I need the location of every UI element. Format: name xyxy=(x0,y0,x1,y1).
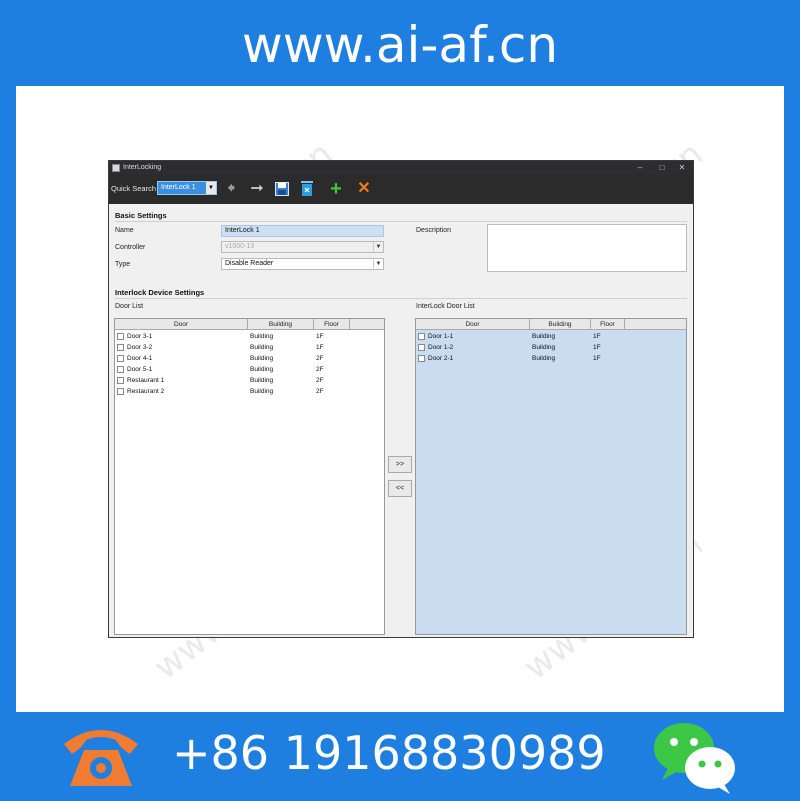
move-left-button[interactable]: << xyxy=(388,480,412,497)
building-cell: Building xyxy=(532,344,556,351)
description-field[interactable] xyxy=(487,224,687,272)
building-cell: Building xyxy=(250,388,274,395)
type-value: Disable Reader xyxy=(225,260,274,267)
table-row[interactable]: Door 2-1 Building 1F xyxy=(416,353,686,364)
site-banner: www.ai-af.cn xyxy=(0,0,800,86)
building-cell: Building xyxy=(532,355,556,362)
floor-cell: 1F xyxy=(593,344,601,351)
save-icon[interactable] xyxy=(272,180,292,198)
floor-cell: 2F xyxy=(316,377,324,384)
row-checkbox[interactable] xyxy=(418,344,425,351)
controller-label: Controller xyxy=(115,244,146,251)
table-row[interactable]: Restaurant 1 Building 2F xyxy=(115,375,384,386)
chevron-down-icon[interactable]: ▼ xyxy=(206,182,216,194)
door-cell: Door 4-1 xyxy=(127,355,153,362)
table-row[interactable]: Door 3-1 Building 1F xyxy=(115,331,384,342)
add-icon[interactable]: + xyxy=(326,179,346,199)
toolbar: Quick Search InterLock 1 ▼ 🠸 ➞ + ✕ xyxy=(109,175,693,204)
door-cell: Door 3-1 xyxy=(127,333,153,340)
column-header-building[interactable]: Building xyxy=(248,319,314,330)
quick-search-select[interactable]: InterLock 1 ▼ xyxy=(157,181,217,195)
interlock-door-list-label: InterLock Door List xyxy=(416,303,475,310)
back-arrow-icon[interactable]: 🠸 xyxy=(221,180,241,198)
column-header-floor[interactable]: Floor xyxy=(314,319,350,330)
row-checkbox[interactable] xyxy=(117,344,124,351)
row-checkbox[interactable] xyxy=(117,355,124,362)
door-cell: Door 3-2 xyxy=(127,344,153,351)
table-row[interactable]: Door 5-1 Building 2F xyxy=(115,364,384,375)
type-label: Type xyxy=(115,261,131,268)
column-header-door[interactable]: Door xyxy=(416,319,530,330)
forward-arrow-icon[interactable]: ➞ xyxy=(247,180,267,198)
table-row[interactable]: Restaurant 2 Building 2F xyxy=(115,386,384,397)
divider xyxy=(115,298,687,299)
row-checkbox[interactable] xyxy=(418,333,425,340)
name-label: Name xyxy=(115,227,134,234)
row-checkbox[interactable] xyxy=(117,388,124,395)
description-label: Description xyxy=(416,227,452,234)
door-cell: Restaurant 1 xyxy=(127,377,165,384)
chevron-down-icon: ▼ xyxy=(373,242,383,252)
interlock-door-list-table[interactable]: Door Building Floor Door 1-1 Building 1F D… xyxy=(415,318,687,635)
basic-settings-title: Basic Settings xyxy=(115,211,167,220)
controller-value: v1000-13 xyxy=(225,243,255,250)
row-checkbox[interactable] xyxy=(418,355,425,362)
minimize-button[interactable]: – xyxy=(631,161,649,175)
close-icon[interactable]: ✕ xyxy=(354,180,374,198)
door-list-label: Door List xyxy=(115,303,144,310)
type-select[interactable]: Disable Reader ▼ xyxy=(221,258,384,270)
table-row[interactable]: Door 4-1 Building 2F xyxy=(115,353,384,364)
row-checkbox[interactable] xyxy=(117,333,124,340)
move-right-button[interactable]: >> xyxy=(388,456,412,473)
app-icon xyxy=(112,164,120,172)
phone-number: +86 19168830989 xyxy=(172,726,606,780)
quick-search-label: Quick Search xyxy=(111,184,157,193)
table-header: Door Building Floor xyxy=(416,319,686,330)
column-header-floor[interactable]: Floor xyxy=(591,319,625,330)
row-checkbox[interactable] xyxy=(117,377,124,384)
interlock-device-settings-title: Interlock Device Settings xyxy=(115,288,205,297)
building-cell: Building xyxy=(532,333,556,340)
floor-cell: 1F xyxy=(316,344,324,351)
column-header-building[interactable]: Building xyxy=(530,319,591,330)
floor-cell: 2F xyxy=(316,366,324,373)
floor-cell: 2F xyxy=(316,388,324,395)
main-content: Basic Settings Name InterLock 1 Controll… xyxy=(109,204,693,637)
delete-icon[interactable] xyxy=(297,180,317,198)
title-bar: InterLocking – □ ✕ xyxy=(109,161,693,175)
door-cell: Door 5-1 xyxy=(127,366,153,373)
table-row[interactable]: Door 1-1 Building 1F xyxy=(416,331,686,342)
wechat-icon xyxy=(650,716,738,796)
window-title: InterLocking xyxy=(123,164,162,171)
building-cell: Building xyxy=(250,355,274,362)
controller-select[interactable]: v1000-13 ▼ xyxy=(221,241,384,253)
close-window-button[interactable]: ✕ xyxy=(673,161,691,175)
column-header-door[interactable]: Door xyxy=(115,319,248,330)
floor-cell: 1F xyxy=(593,333,601,340)
row-checkbox[interactable] xyxy=(117,366,124,373)
door-cell: Door 2-1 xyxy=(428,355,454,362)
phone-icon xyxy=(60,722,142,792)
building-cell: Building xyxy=(250,366,274,373)
table-row[interactable]: Door 3-2 Building 1F xyxy=(115,342,384,353)
quick-search-value: InterLock 1 xyxy=(161,184,196,191)
building-cell: Building xyxy=(250,333,274,340)
chevron-down-icon[interactable]: ▼ xyxy=(373,259,383,269)
door-cell: Restaurant 2 xyxy=(127,388,165,395)
divider xyxy=(115,221,687,222)
name-field[interactable]: InterLock 1 xyxy=(221,225,384,237)
floor-cell: 1F xyxy=(316,333,324,340)
building-cell: Building xyxy=(250,344,274,351)
interlocking-window: InterLocking – □ ✕ Quick Search InterLoc… xyxy=(108,160,694,638)
door-cell: Door 1-1 xyxy=(428,333,454,340)
building-cell: Building xyxy=(250,377,274,384)
door-list-table[interactable]: Door Building Floor Door 3-1 Building 1F D… xyxy=(114,318,385,635)
floor-cell: 1F xyxy=(593,355,601,362)
maximize-button[interactable]: □ xyxy=(653,161,671,175)
floor-cell: 2F xyxy=(316,355,324,362)
table-header: Door Building Floor xyxy=(115,319,384,330)
door-cell: Door 1-2 xyxy=(428,344,454,351)
table-row[interactable]: Door 1-2 Building 1F xyxy=(416,342,686,353)
